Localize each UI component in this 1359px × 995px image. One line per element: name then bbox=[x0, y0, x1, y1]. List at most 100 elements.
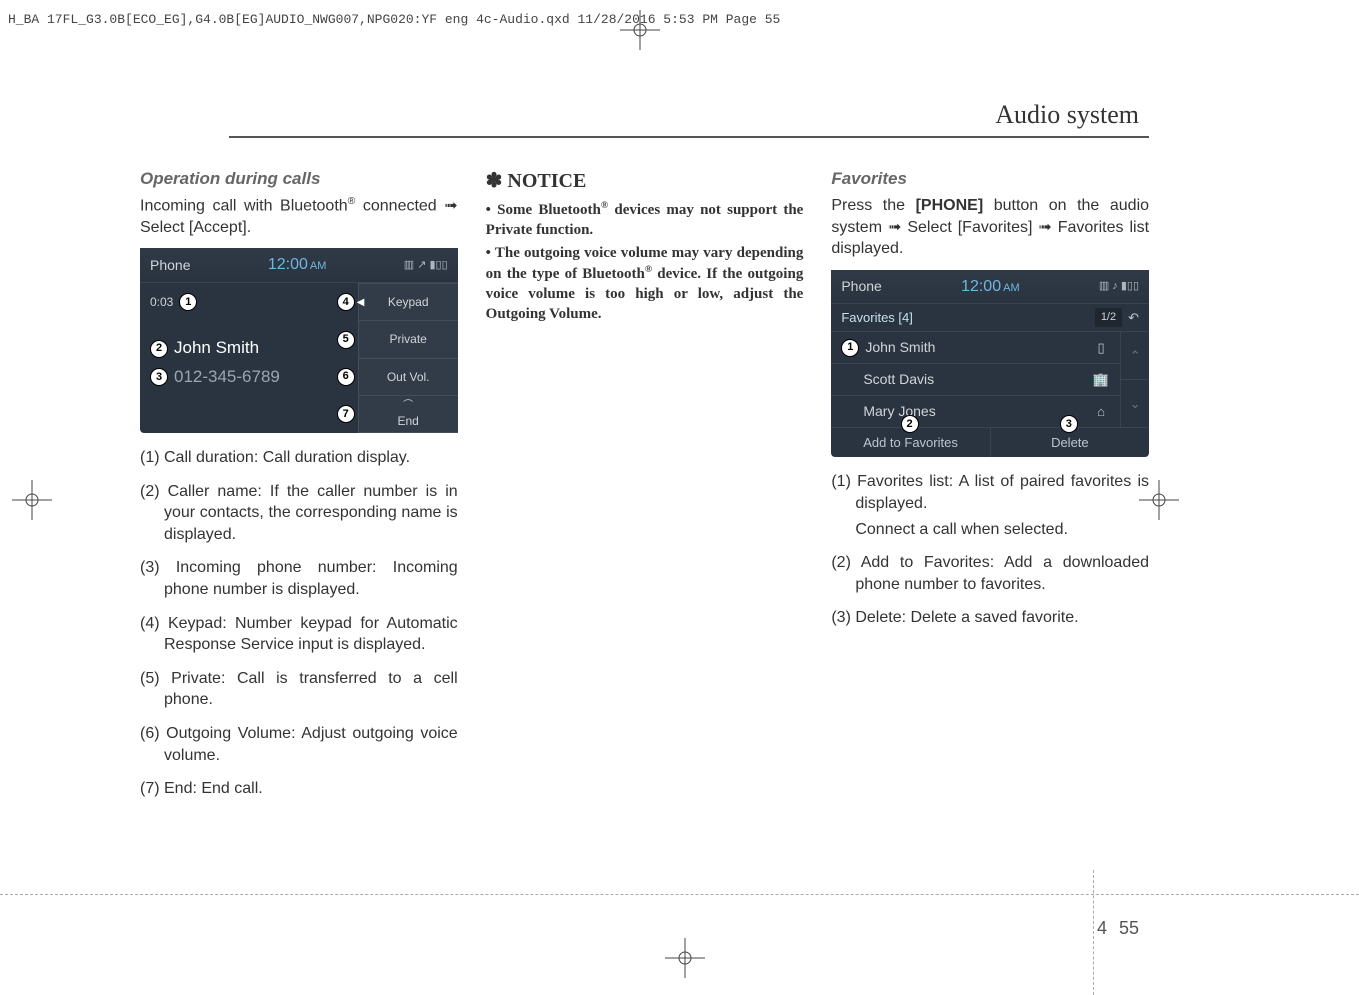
outvol-label: Out Vol. bbox=[387, 369, 430, 385]
ss1-app-label: Phone bbox=[150, 256, 190, 275]
fav-name-1: John Smith bbox=[865, 338, 935, 357]
ss2-topbar: Phone 12:00AM ▥ ♪ ▮▯▯ bbox=[831, 270, 1149, 305]
page-number: 455 bbox=[1097, 918, 1139, 939]
col3-intro: Press the [PHONE] button on the audio sy… bbox=[831, 195, 1149, 260]
col3-list: (1) Favorites list: A list of paired fav… bbox=[831, 471, 1149, 629]
ss1-caller-name: John Smith bbox=[174, 337, 259, 360]
col1-item-1: (1) Call duration: Call duration display… bbox=[140, 447, 458, 469]
favorite-row-2[interactable]: Scott Davis 🏢 bbox=[831, 364, 1120, 396]
col1-heading: Operation during calls bbox=[140, 168, 458, 191]
private-button[interactable]: 5 Private bbox=[358, 321, 458, 358]
content-columns: Operation during calls Incoming call wit… bbox=[140, 168, 1149, 812]
col3-item-2: (2) Add to Favorites: Add a downloaded p… bbox=[831, 552, 1149, 595]
column-1: Operation during calls Incoming call wit… bbox=[140, 168, 458, 812]
back-icon[interactable]: ↶ bbox=[1128, 309, 1139, 327]
ss2-time: 12:00 bbox=[961, 278, 1001, 295]
delete-button[interactable]: 3 Delete bbox=[990, 428, 1149, 458]
ss1-status-icons: ▥ ↗ ▮▯▯ bbox=[404, 258, 448, 273]
ss1-left-pane: 0:03 1 2 John Smith 3 012-345-6789 bbox=[140, 283, 358, 433]
ss2-status-icons: ▥ ♪ ▮▯▯ bbox=[1099, 279, 1139, 294]
col1-intro-a: Incoming call with Bluetooth bbox=[140, 197, 348, 214]
office-icon: 🏢 bbox=[1092, 371, 1110, 389]
favorites-page-indicator: 1/2 bbox=[1095, 308, 1122, 327]
ss1-topbar: Phone 12:00AM ▥ ↗ ▮▯▯ bbox=[140, 248, 458, 283]
ss1-button-column: 4◀ Keypad 5 Private 6 Out Vol. 7 ⌒ End bbox=[358, 283, 458, 433]
chapter-number: 4 bbox=[1097, 918, 1107, 938]
ss1-ampm: AM bbox=[310, 260, 327, 272]
notice-heading: ✽ NOTICE bbox=[486, 168, 804, 195]
fav-marker-1: 1 bbox=[841, 339, 859, 357]
col1-item-6: (6) Outgoing Volume: Adjust outgoing voi… bbox=[140, 723, 458, 766]
registration-mark-right bbox=[1139, 480, 1179, 525]
col1-item-3: (3) Incoming phone number: Incoming phon… bbox=[140, 557, 458, 600]
add-label: Add to Favorites bbox=[863, 435, 958, 450]
col3-intro-a: Press the bbox=[831, 197, 915, 214]
ss1-duration-row: 0:03 1 bbox=[150, 293, 348, 311]
favorite-row-1[interactable]: 1 John Smith ▯ bbox=[831, 332, 1120, 364]
marker-6: 6 bbox=[337, 368, 355, 386]
ss1-clock: 12:00AM bbox=[190, 254, 403, 276]
notice-body: • Some Bluetooth® devices may not suppor… bbox=[486, 199, 804, 325]
column-2: ✽ NOTICE • Some Bluetooth® devices may n… bbox=[486, 168, 804, 812]
col1-list: (1) Call duration: Call duration display… bbox=[140, 447, 458, 800]
horizontal-crop-line bbox=[0, 894, 1359, 895]
col3-item-1a: (1) Favorites list: A list of paired fav… bbox=[831, 471, 1149, 514]
scroll-up-button[interactable]: ⌃ bbox=[1121, 332, 1149, 379]
ss1-time: 12:00 bbox=[268, 256, 308, 273]
registration-mark-top bbox=[620, 10, 660, 50]
favorites-scroll: ⌃ ⌄ bbox=[1120, 332, 1149, 427]
outvol-button[interactable]: 6 Out Vol. bbox=[358, 359, 458, 396]
ss2-clock: 12:00AM bbox=[882, 276, 1099, 298]
ss1-duration: 0:03 bbox=[150, 294, 173, 310]
end-call-icon: ⌒ bbox=[403, 399, 413, 413]
add-to-favorites-button[interactable]: 2 Add to Favorites bbox=[831, 428, 989, 458]
mobile-icon: ▯ bbox=[1092, 339, 1110, 357]
col1-item-2: (2) Caller name: If the caller number is… bbox=[140, 481, 458, 546]
title-rule bbox=[229, 136, 1149, 138]
end-button[interactable]: 7 ⌒ End bbox=[358, 396, 458, 433]
notice-b1a: • Some Bluetooth bbox=[486, 202, 601, 218]
registered-mark-3: ® bbox=[645, 264, 652, 275]
ss1-number-row: 3 012-345-6789 bbox=[150, 366, 348, 389]
keypad-button[interactable]: 4◀ Keypad bbox=[358, 283, 458, 321]
private-label: Private bbox=[389, 331, 426, 347]
phone-button-label: [PHONE] bbox=[916, 197, 984, 214]
favorites-screenshot: Phone 12:00AM ▥ ♪ ▮▯▯ Favorites [4] 1/2 … bbox=[831, 270, 1149, 458]
col3-item-1b: Connect a call when selected. bbox=[831, 519, 1149, 541]
ss2-app-label: Phone bbox=[841, 277, 881, 296]
column-3: Favorites Press the [PHONE] button on th… bbox=[831, 168, 1149, 812]
col1-intro: Incoming call with Bluetooth® connected … bbox=[140, 195, 458, 239]
fav-marker-2: 2 bbox=[901, 415, 919, 433]
scroll-down-button[interactable]: ⌄ bbox=[1121, 379, 1149, 427]
print-header: H_BA 17FL_G3.0B[ECO_EG],G4.0B[EG]AUDIO_N… bbox=[8, 12, 780, 27]
marker-3: 3 bbox=[150, 368, 168, 386]
col3-heading: Favorites bbox=[831, 168, 1149, 191]
fav-name-3: Mary Jones bbox=[841, 402, 1092, 421]
marker-1: 1 bbox=[179, 293, 197, 311]
home-icon: ⌂ bbox=[1092, 403, 1110, 421]
keypad-label: Keypad bbox=[388, 294, 429, 310]
notice-bullet-1: • Some Bluetooth® devices may not suppor… bbox=[486, 199, 804, 241]
marker-4: 4 bbox=[337, 293, 355, 311]
col1-item-4: (4) Keypad: Number keypad for Automatic … bbox=[140, 613, 458, 656]
marker-7: 7 bbox=[337, 405, 355, 423]
call-screenshot: Phone 12:00AM ▥ ↗ ▮▯▯ 0:03 1 2 John Smit… bbox=[140, 248, 458, 433]
marker-5: 5 bbox=[337, 331, 355, 349]
section-title: Audio system bbox=[995, 100, 1139, 130]
col3-item-3: (3) Delete: Delete a saved favorite. bbox=[831, 607, 1149, 629]
favorites-header: Favorites [4] 1/2 ↶ bbox=[831, 304, 1149, 332]
registration-mark-left bbox=[12, 480, 52, 525]
fav-marker-3: 3 bbox=[1060, 415, 1078, 433]
fav-name-2: Scott Davis bbox=[841, 370, 1092, 389]
ss1-phone-number: 012-345-6789 bbox=[174, 366, 280, 389]
marker-2: 2 bbox=[150, 340, 168, 358]
ss2-ampm: AM bbox=[1003, 282, 1020, 294]
end-label: End bbox=[397, 413, 418, 429]
delete-label: Delete bbox=[1051, 435, 1089, 450]
col1-item-5: (5) Private: Call is transferred to a ce… bbox=[140, 668, 458, 711]
favorites-title: Favorites [4] bbox=[841, 309, 1094, 327]
ss1-caller-row: 2 John Smith bbox=[150, 337, 348, 360]
favorites-list: 1 John Smith ▯ Scott Davis 🏢 Mary Jones ⌂ bbox=[831, 332, 1120, 427]
favorites-footer: 2 Add to Favorites 3 Delete bbox=[831, 427, 1149, 458]
col1-item-7: (7) End: End call. bbox=[140, 778, 458, 800]
